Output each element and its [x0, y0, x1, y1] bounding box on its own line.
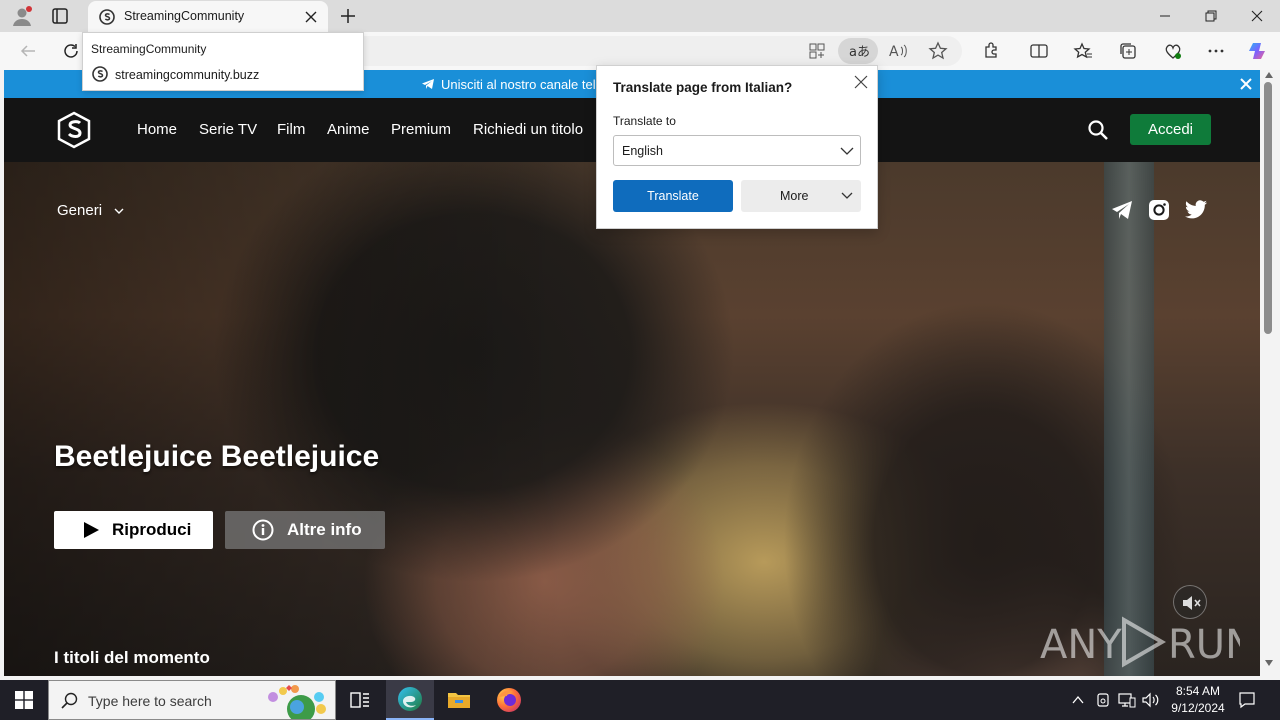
nav-premium[interactable]: Premium — [391, 121, 451, 138]
svg-text:ANY: ANY — [1040, 622, 1122, 668]
scroll-up-icon[interactable] — [1265, 72, 1273, 78]
nav-film[interactable]: Film — [277, 121, 305, 138]
hero-section: Generi Beetlejuice Beetlejuice Riproduci… — [4, 162, 1260, 676]
play-label: Riproduci — [112, 520, 192, 539]
windows-taskbar: Type here to search 8:54 AM 9/12/2024 — [0, 680, 1280, 720]
nav-anime[interactable]: Anime — [327, 121, 370, 138]
close-tab-icon[interactable] — [304, 10, 318, 24]
play-icon — [82, 521, 100, 539]
language-select[interactable]: English — [613, 135, 861, 166]
more-options-button[interactable]: More — [741, 180, 861, 212]
restore-icon[interactable] — [1188, 0, 1234, 32]
banner-text: Unisciti al nostro canale tel — [441, 77, 596, 92]
banner-close-icon[interactable] — [1239, 77, 1253, 91]
split-screen-icon[interactable] — [1026, 38, 1052, 64]
tab-actions-icon[interactable] — [50, 7, 70, 25]
movie-title: Beetlejuice Beetlejuice — [54, 440, 380, 473]
svg-text:RUN: RUN — [1168, 622, 1240, 668]
site-logo-icon[interactable] — [57, 111, 91, 149]
translate-button[interactable]: Translate — [613, 180, 733, 212]
telegram-small-icon — [421, 78, 435, 90]
site-favicon-icon — [92, 66, 108, 82]
translate-heading: Translate page from Italian? — [613, 80, 793, 95]
scroll-thumb[interactable] — [1264, 82, 1272, 334]
trending-section-title: I titoli del momento — [54, 648, 210, 667]
favorites-icon[interactable] — [1070, 38, 1096, 64]
network-icon[interactable] — [1118, 692, 1136, 708]
browser-essentials-icon[interactable] — [1160, 38, 1186, 64]
search-placeholder: Type here to search — [88, 693, 212, 709]
app-available-icon[interactable] — [808, 42, 826, 60]
more-info-button[interactable]: Altre info — [225, 511, 385, 549]
favorite-star-icon[interactable] — [928, 41, 948, 61]
suggestion-url[interactable]: streamingcommunity.buzz — [115, 68, 259, 82]
chevron-down-icon — [841, 192, 853, 200]
more-label: More — [780, 189, 809, 203]
background-post — [1104, 162, 1154, 676]
site-favicon-icon — [99, 9, 115, 25]
twitter-icon[interactable] — [1184, 200, 1208, 220]
start-icon[interactable] — [0, 680, 48, 720]
translate-to-label: Translate to — [613, 114, 676, 128]
search-highlight-icon — [261, 683, 331, 719]
login-button[interactable]: Accedi — [1130, 114, 1211, 145]
extensions-icon[interactable] — [978, 38, 1004, 64]
task-view-icon[interactable] — [336, 680, 384, 720]
browser-tab[interactable]: StreamingCommunity — [88, 1, 328, 32]
chevron-up-icon[interactable] — [1071, 693, 1085, 707]
profile-icon[interactable] — [10, 4, 34, 28]
info-icon — [252, 519, 274, 541]
instagram-icon[interactable] — [1148, 199, 1170, 221]
clock-date: 9/12/2024 — [1171, 701, 1225, 715]
collections-icon[interactable] — [1115, 38, 1141, 64]
nav-richiedi[interactable]: Richiedi un titolo — [473, 121, 583, 138]
translate-page-icon[interactable]: aあ — [838, 38, 878, 64]
page-scrollbar[interactable] — [1260, 70, 1280, 676]
search-icon[interactable] — [1087, 119, 1109, 141]
nav-serie-tv[interactable]: Serie TV — [199, 121, 257, 138]
hero-shade — [4, 162, 564, 676]
taskbar-search[interactable]: Type here to search — [48, 680, 336, 720]
edge-taskbar-icon[interactable] — [386, 680, 434, 720]
telegram-icon[interactable] — [1111, 199, 1133, 221]
svg-text:aあ: aあ — [849, 45, 870, 60]
read-aloud-icon[interactable]: A — [888, 41, 908, 61]
taskbar-clock[interactable]: 8:54 AM 9/12/2024 — [1160, 683, 1236, 717]
tab-strip: StreamingCommunity — [0, 0, 1280, 32]
scroll-down-icon[interactable] — [1265, 660, 1273, 666]
anyrun-watermark: ANY RUN — [1040, 610, 1240, 670]
more-info-label: Altre info — [287, 520, 362, 539]
suggestion-title[interactable]: StreamingCommunity — [91, 42, 206, 56]
volume-icon[interactable] — [1142, 692, 1160, 708]
minimize-icon[interactable] — [1142, 0, 1188, 32]
chevron-down-icon[interactable] — [114, 207, 124, 215]
search-icon — [61, 692, 79, 710]
copilot-icon[interactable] — [1245, 38, 1271, 64]
firefox-icon[interactable] — [485, 680, 533, 720]
more-menu-icon[interactable] — [1203, 38, 1229, 64]
genres-dropdown[interactable]: Generi — [57, 202, 102, 219]
new-tab-icon[interactable] — [338, 6, 358, 26]
translate-close-icon[interactable] — [854, 75, 868, 89]
back-icon[interactable] — [15, 38, 41, 64]
tab-title: StreamingCommunity — [124, 9, 245, 23]
refresh-icon[interactable] — [58, 38, 84, 64]
device-icon[interactable] — [1095, 692, 1111, 708]
selected-language: English — [622, 144, 663, 158]
window-close-icon[interactable] — [1234, 0, 1280, 32]
clock-time: 8:54 AM — [1175, 684, 1221, 698]
translate-popup: Translate page from Italian? Translate t… — [596, 65, 878, 229]
play-button[interactable]: Riproduci — [54, 511, 213, 549]
nav-home[interactable]: Home — [137, 121, 177, 138]
file-explorer-icon[interactable] — [435, 680, 483, 720]
address-suggestions: StreamingCommunity streamingcommunity.bu… — [82, 32, 364, 91]
chevron-down-icon — [840, 147, 854, 156]
svg-text:A: A — [889, 44, 899, 60]
notifications-icon[interactable] — [1238, 691, 1256, 709]
